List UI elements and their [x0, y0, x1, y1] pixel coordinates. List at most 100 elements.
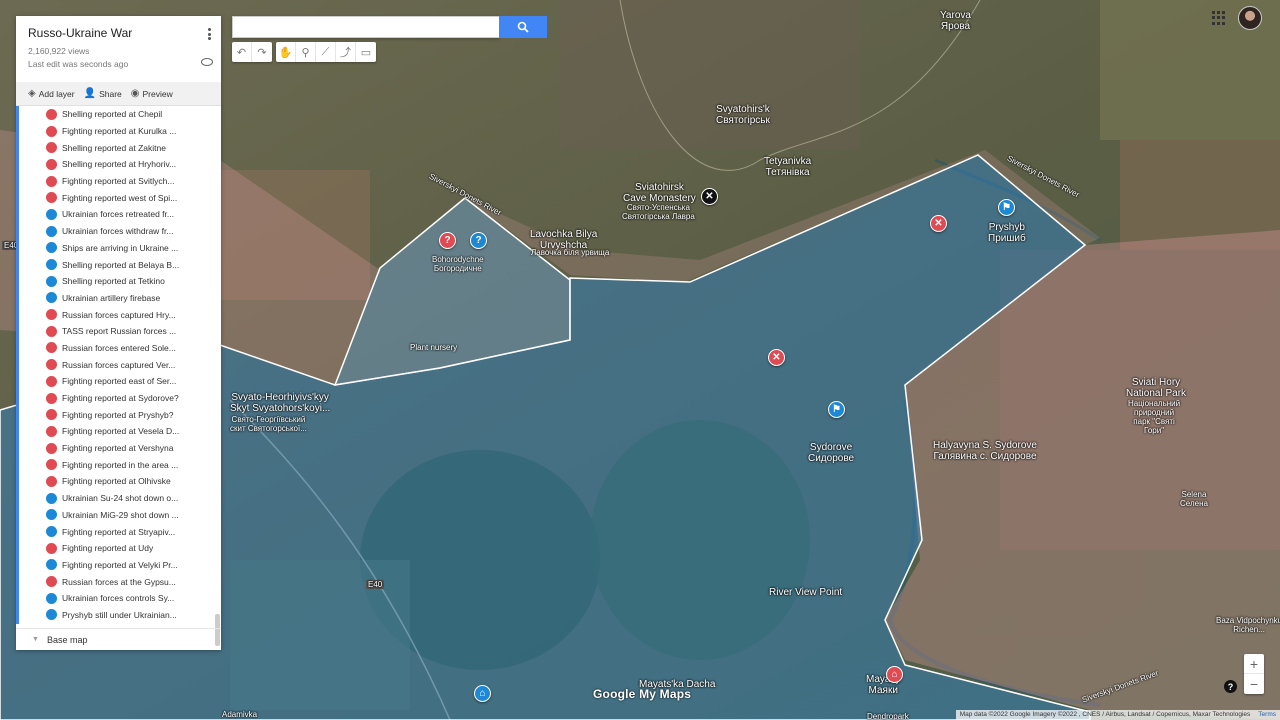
list-item[interactable]: Fighting reported at Sydorove?	[19, 390, 221, 407]
flag-marker[interactable]: ⚑	[998, 199, 1015, 216]
list-item[interactable]: Ukrainian forces retreated fr...	[19, 206, 221, 223]
red-marker-icon	[46, 108, 57, 120]
list-item-label: Fighting reported at Stryapiv...	[62, 526, 176, 537]
list-item-label: Fighting reported at Svitlych...	[62, 176, 175, 187]
list-item-label: Ukrainian forces withdraw fr...	[62, 226, 174, 237]
blue-marker-icon	[46, 526, 57, 538]
red-marker-icon	[46, 359, 57, 371]
fort-marker[interactable]: ⌂	[474, 685, 491, 702]
list-item[interactable]: Ukrainian forces controls Sy...	[19, 590, 221, 607]
red-marker-icon	[46, 409, 57, 421]
list-item[interactable]: Fighting reported at Olhivske	[19, 473, 221, 490]
select-tool-button[interactable]: ✋	[276, 42, 296, 62]
directions-button[interactable]: ⤴	[336, 42, 356, 62]
list-item-label: Fighting reported west of Spi...	[62, 192, 178, 203]
list-item[interactable]: Shelling reported at Tetkino	[19, 273, 221, 290]
apps-grid-icon[interactable]	[1212, 11, 1226, 25]
red-marker-icon	[46, 142, 57, 154]
list-item[interactable]: Ukrainian Su-24 shot down o...	[19, 490, 221, 507]
red-marker-icon	[46, 392, 57, 404]
list-item-label: Fighting reported at Olhivske	[62, 476, 171, 487]
list-item[interactable]: Shelling reported at Hryhoriv...	[19, 156, 221, 173]
list-item[interactable]: Ukrainian artillery firebase	[19, 290, 221, 307]
label-pryshyb: Pryshyb Пришиб	[988, 222, 1026, 244]
list-item-label: Ukrainian artillery firebase	[62, 292, 161, 303]
question-marker[interactable]: ?	[439, 232, 456, 249]
list-item[interactable]: Fighting reported at Stryapiv...	[19, 523, 221, 540]
share-label: Share	[99, 88, 122, 99]
visibility-icon[interactable]	[201, 58, 213, 66]
list-item[interactable]: Fighting reported at Kurulka ...	[19, 123, 221, 140]
list-item[interactable]: Ships are arriving in Ukraine ...	[19, 240, 221, 257]
google-my-maps-logo: Google My Maps	[593, 687, 692, 701]
list-item[interactable]: Russian forces captured Hry...	[19, 306, 221, 323]
list-item[interactable]: Shelling reported at Belaya B...	[19, 256, 221, 273]
zoom-out-button[interactable]: −	[1244, 674, 1264, 694]
add-person-icon: 👤	[83, 88, 97, 99]
list-item[interactable]: Russian forces at the Gypsu...	[19, 573, 221, 590]
measure-button[interactable]: ▭	[356, 42, 376, 62]
search-button[interactable]	[499, 16, 547, 38]
fort-marker[interactable]: ⌂	[886, 666, 903, 683]
more-options-icon[interactable]	[208, 28, 211, 40]
share-button[interactable]: 👤 Share	[84, 88, 122, 99]
close-marker-icon[interactable]: ✕	[701, 188, 718, 205]
blue-marker-icon	[46, 559, 57, 571]
add-layer-label: Add layer	[38, 88, 75, 99]
layer-list[interactable]: Shelling reported at Chepil Fighting repo…	[16, 106, 221, 624]
list-item[interactable]: Russian forces entered Sole...	[19, 340, 221, 357]
label-skyt-sub: Свято-Георгіївський скит Святогорської...	[230, 415, 307, 433]
label-dendropark: Dendropark	[867, 712, 909, 720]
list-item[interactable]: TASS report Russian forces ...	[19, 323, 221, 340]
list-item[interactable]: Fighting reported east of Ser...	[19, 373, 221, 390]
list-item[interactable]: Shelling reported at Zakitne	[19, 139, 221, 156]
terms-link[interactable]: Terms	[1258, 711, 1276, 719]
redo-button[interactable]: ↷	[252, 42, 272, 62]
draw-line-button[interactable]: ⟋	[316, 42, 336, 62]
list-item-label: Ukrainian forces controls Sy...	[62, 593, 175, 604]
red-marker-icon	[46, 459, 57, 471]
preview-button[interactable]: ◉ Preview	[131, 88, 173, 99]
history-group: ↶ ↷	[232, 42, 272, 62]
list-item[interactable]: Ukrainian forces withdraw fr...	[19, 223, 221, 240]
red-marker-icon	[46, 125, 57, 137]
red-marker-icon	[46, 192, 57, 204]
label-skyt: Svyato-Heorhiyivs'kyy Skyt Svyatohors'koy…	[230, 392, 331, 414]
list-item-label: Russian forces entered Sole...	[62, 342, 176, 353]
list-item[interactable]: Shelling reported at Chepil	[19, 106, 221, 123]
add-layer-button[interactable]: ◈ Add layer	[28, 88, 75, 99]
list-item[interactable]: Fighting reported at Velyki Pr...	[19, 557, 221, 574]
eye-icon: ◉	[130, 88, 140, 99]
list-item[interactable]: Fighting reported at Pryshyb?	[19, 406, 221, 423]
flag-marker[interactable]: ⚑	[828, 401, 845, 418]
list-item-label: Ukrainian Su-24 shot down o...	[62, 493, 179, 504]
panel-header: Russo-Ukraine War 2,160,922 views Last e…	[16, 16, 221, 82]
help-icon[interactable]: ?	[1224, 680, 1237, 693]
base-map-row[interactable]: ▼ Base map	[16, 628, 221, 650]
undo-button[interactable]: ↶	[232, 42, 252, 62]
label-lavochka-sub: Лавочка біля урвища	[531, 248, 610, 257]
list-item[interactable]: Pryshyb still under Ukrainian...	[19, 607, 221, 624]
question-marker[interactable]: ?	[470, 232, 487, 249]
list-item[interactable]: Fighting reported at Udy	[19, 540, 221, 557]
base-map-label: Base map	[46, 634, 88, 645]
add-marker-button[interactable]: ⚲	[296, 42, 316, 62]
list-item[interactable]: Fighting reported at Svitlych...	[19, 173, 221, 190]
directions-icon: ⤴	[340, 47, 351, 59]
list-item[interactable]: Russian forces captured Ver...	[19, 356, 221, 373]
crossed-swords-marker[interactable]: ✕	[768, 349, 785, 366]
list-item-label: Shelling reported at Belaya B...	[62, 259, 180, 270]
avatar[interactable]	[1238, 6, 1262, 30]
list-item[interactable]: Ukrainian MiG-29 shot down ...	[19, 507, 221, 524]
crossed-swords-marker[interactable]: ✕	[930, 215, 947, 232]
list-item[interactable]: Fighting reported at Vesela D...	[19, 423, 221, 440]
list-item[interactable]: Fighting reported west of Spi...	[19, 189, 221, 206]
map-title[interactable]: Russo-Ukraine War	[28, 26, 209, 40]
search-input[interactable]	[232, 16, 499, 38]
label-selena: Selena Селена	[1180, 490, 1208, 508]
list-item[interactable]: Fighting reported at Vershyna	[19, 440, 221, 457]
zoom-in-button[interactable]: +	[1244, 654, 1264, 674]
chevron-down-icon[interactable]: ▼	[32, 636, 39, 643]
list-item[interactable]: Fighting reported in the area ...	[19, 456, 221, 473]
last-edit: Last edit was seconds ago	[28, 59, 129, 69]
